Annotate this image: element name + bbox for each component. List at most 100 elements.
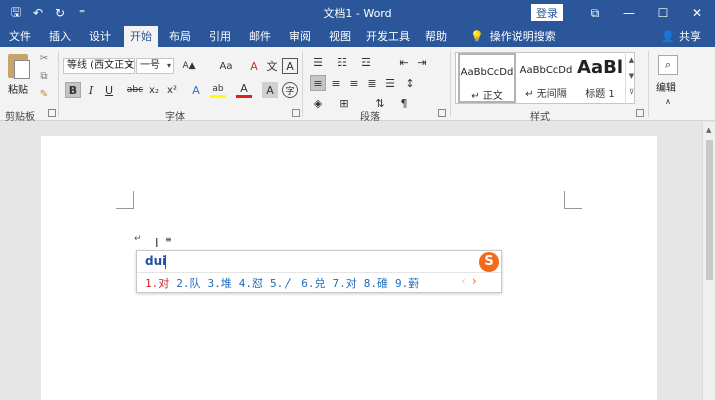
clipboard-launcher-icon[interactable] <box>48 109 56 117</box>
style-name: ↵ 正文 <box>471 91 503 102</box>
tab-mailings[interactable]: 邮件 <box>244 26 276 47</box>
borders-icon[interactable]: ⊞ <box>336 95 352 111</box>
superscript-button[interactable]: x² <box>164 82 180 98</box>
ime-divider <box>137 272 501 273</box>
highlight-color-icon[interactable]: ab <box>210 82 226 98</box>
show-marks-icon[interactable]: ¶ <box>396 95 412 111</box>
tab-help[interactable]: 帮助 <box>420 26 452 47</box>
ime-candidate[interactable]: 5.〳 <box>270 275 294 291</box>
justify-button[interactable]: ≣ <box>364 75 380 91</box>
style-no-spacing[interactable]: AaBbCcDd ↵ 无间隔 <box>517 53 575 103</box>
bullets-icon[interactable]: ☰ <box>310 54 326 70</box>
ime-composition: dui <box>145 254 167 268</box>
italic-button[interactable]: I <box>83 82 99 98</box>
tab-layout[interactable]: 布局 <box>164 26 196 47</box>
font-name-select[interactable]: 等线 (西文正文) ▾ <box>63 58 135 74</box>
styles-launcher-icon[interactable] <box>636 109 644 117</box>
style-normal[interactable]: AaBbCcDd ↵ 正文 <box>458 53 516 103</box>
ime-candidate[interactable]: 2.队 <box>176 275 200 291</box>
lightbulb-icon: 💡 <box>470 30 484 43</box>
paragraph-launcher-icon[interactable] <box>438 109 446 117</box>
ime-candidate[interactable]: 8.碓 <box>364 275 388 291</box>
ime-candidate[interactable]: 4.怼 <box>239 275 263 291</box>
line-spacing-icon[interactable]: ↕ <box>402 75 418 91</box>
distributed-button[interactable]: ☰ <box>382 75 398 91</box>
style-heading-1[interactable]: AaBl 标题 1 <box>576 53 624 103</box>
style-sample: AaBbCcDd <box>519 65 573 76</box>
strikethrough-button[interactable]: abc <box>124 82 146 98</box>
font-size-select[interactable]: 一号 ▾ <box>136 58 174 74</box>
tab-insert[interactable]: 插入 <box>44 26 76 47</box>
align-center-button[interactable]: ≡ <box>328 75 344 91</box>
vertical-scrollbar[interactable]: ▲ <box>702 122 715 400</box>
ime-prev-page-icon[interactable]: ‹ <box>461 274 466 288</box>
font-launcher-icon[interactable] <box>292 109 300 117</box>
ribbon-display-options-icon[interactable]: ⧉ <box>578 0 612 26</box>
ime-next-page-icon[interactable]: › <box>472 274 477 288</box>
subscript-button[interactable]: x₂ <box>146 82 162 98</box>
tab-view[interactable]: 视图 <box>324 26 356 47</box>
style-sample: AaBl <box>577 57 623 78</box>
find-icon[interactable]: ⌕ <box>658 55 678 75</box>
ime-candidate[interactable]: 3.堆 <box>208 275 232 291</box>
multilevel-list-icon[interactable]: ☲ <box>358 54 374 70</box>
group-divider <box>450 51 451 117</box>
ribbon-home: 粘贴 ✂ ⧉ ✎ 剪贴板 等线 (西文正文) ▾ 一号 ▾ A▲ Aa A 文 A … <box>0 47 715 123</box>
ime-candidate[interactable]: 9.薱 <box>395 275 419 291</box>
collapse-ribbon-icon[interactable]: ∧ <box>660 93 676 109</box>
tab-references[interactable]: 引用 <box>204 26 236 47</box>
change-case-icon[interactable]: Aa <box>214 58 238 74</box>
paste-label[interactable]: 粘贴 <box>8 81 28 96</box>
tell-me-search[interactable]: 💡 操作说明搜索 <box>470 26 556 47</box>
share-label: 共享 <box>679 30 701 43</box>
sogou-logo-icon[interactable]: S <box>479 252 499 272</box>
align-right-button[interactable]: ≡ <box>346 75 362 91</box>
font-color-icon[interactable]: A <box>236 82 252 98</box>
align-left-button[interactable]: ≡ <box>310 75 326 91</box>
share-button[interactable]: 👤 共享 <box>661 26 701 47</box>
close-icon[interactable]: ✕ <box>680 0 714 26</box>
title-bar: 🖫 ↶ ↻ ⁼ 文档1 - Word 登录 ⧉ — ☐ ✕ <box>0 0 715 26</box>
format-painter-icon[interactable]: ✎ <box>38 89 50 101</box>
enclose-characters-icon[interactable]: 字 <box>282 82 298 98</box>
text-effects-icon[interactable]: A <box>188 82 204 98</box>
tab-home[interactable]: 开始 <box>124 26 158 47</box>
styles-group-label: 样式 <box>530 112 550 123</box>
tab-review[interactable]: 审阅 <box>284 26 316 47</box>
ribbon-tabs: 文件 插入 设计 开始 布局 引用 邮件 审阅 视图 开发工具 帮助 💡 操作说… <box>0 26 715 47</box>
click-type-icon: ≡ <box>165 235 172 244</box>
group-divider <box>58 51 59 117</box>
ime-candidate[interactable]: 1.对 <box>145 275 169 291</box>
maximize-icon[interactable]: ☐ <box>646 0 680 26</box>
underline-button[interactable]: U <box>101 82 117 98</box>
character-border-icon[interactable]: A <box>282 58 298 74</box>
grow-font-icon[interactable]: A▲ <box>178 58 200 74</box>
styles-scroll[interactable]: ▲ ▼ ⊽ <box>625 52 637 104</box>
increase-indent-icon[interactable]: ⇥ <box>414 54 430 70</box>
minimize-icon[interactable]: — <box>612 0 646 26</box>
clear-formatting-icon[interactable]: A <box>246 58 262 74</box>
tab-file[interactable]: 文件 <box>4 26 36 47</box>
cut-icon[interactable]: ✂ <box>38 53 50 65</box>
ime-candidate[interactable]: 6.兑 <box>301 275 325 291</box>
group-divider <box>302 51 303 117</box>
login-button[interactable]: 登录 <box>531 4 563 21</box>
font-group-label: 字体 <box>165 112 185 123</box>
editing-label[interactable]: 编辑 <box>656 79 676 94</box>
ime-candidate[interactable]: 7.对 <box>333 275 357 291</box>
scroll-thumb[interactable] <box>706 140 713 280</box>
person-icon: 👤 <box>661 30 675 43</box>
tab-developer[interactable]: 开发工具 <box>364 26 412 47</box>
numbering-icon[interactable]: ☷ <box>334 54 350 70</box>
shading-icon[interactable]: ◈ <box>310 95 326 111</box>
phonetic-guide-icon[interactable]: 文 <box>264 58 280 74</box>
scroll-up-icon[interactable]: ▲ <box>706 126 711 134</box>
paragraph-mark: ↵ <box>134 234 142 244</box>
tab-design[interactable]: 设计 <box>84 26 116 47</box>
paste-icon[interactable] <box>6 52 32 80</box>
decrease-indent-icon[interactable]: ⇤ <box>396 54 412 70</box>
character-shading-icon[interactable]: A <box>262 82 278 98</box>
margin-corner-top-left <box>116 191 134 209</box>
copy-icon[interactable]: ⧉ <box>38 71 50 83</box>
bold-button[interactable]: B <box>65 82 81 98</box>
